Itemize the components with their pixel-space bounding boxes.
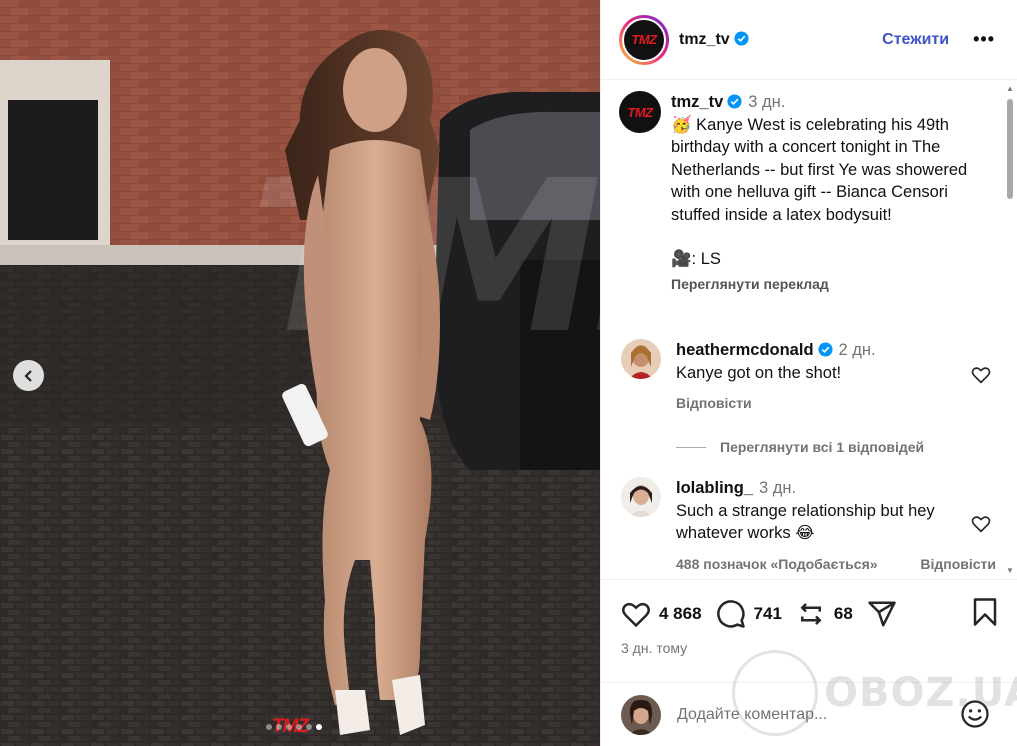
current-user-avatar <box>621 694 661 735</box>
tmz-logo: TMZ <box>631 32 657 47</box>
tmz-logo: TMZ <box>627 104 653 120</box>
author-avatar[interactable]: TMZ <box>619 14 669 65</box>
see-translation-link[interactable]: Переглянути переклад <box>671 273 979 296</box>
comment-time[interactable]: 2 дн. <box>839 341 876 359</box>
scroll-down-arrow-icon[interactable]: ▼ <box>1006 567 1014 575</box>
caption-time[interactable]: 3 дн. <box>748 93 785 111</box>
comments-scrollbar[interactable]: ▲ ▼ <box>1006 85 1014 575</box>
paper-plane-icon <box>868 601 896 627</box>
reposts-count: 68 <box>833 604 853 623</box>
like-comment-heart-icon[interactable] <box>971 366 991 384</box>
comment-text: Such a strange relationship but hey what… <box>676 501 935 543</box>
carousel-dot <box>276 724 282 730</box>
commenter-avatar[interactable] <box>621 339 661 379</box>
carousel-dot <box>266 724 272 730</box>
bookmark-icon <box>973 597 997 626</box>
post-photo: TMZ <box>0 0 600 746</box>
comment-item: heathermcdonald 2 дн. Kanye got on the sh… <box>621 339 991 415</box>
repost-icon <box>800 603 822 625</box>
save-button[interactable] <box>972 597 998 632</box>
likes-count: 4 868 <box>659 604 702 623</box>
caption-credit: 🎥: LS <box>671 250 721 268</box>
heart-icon <box>622 602 650 627</box>
laughing-emoji: 😂 <box>795 524 815 542</box>
reply-button[interactable]: Відповісти <box>676 395 752 411</box>
previous-photo-button[interactable] <box>13 360 44 391</box>
like-comment-heart-icon[interactable] <box>971 515 991 533</box>
site-watermark: OBOZ.UA <box>732 650 1017 736</box>
video-camera-emoji: 🎥 <box>671 250 692 268</box>
comment-item: lolabling_ 3 дн. Such a strange relations… <box>621 477 996 576</box>
comment-likes-count[interactable]: 488 позначок «Подобається» <box>676 553 878 576</box>
scroll-up-arrow-icon[interactable]: ▲ <box>1006 85 1014 93</box>
carousel-dot <box>306 724 312 730</box>
more-options-button[interactable]: ••• <box>973 29 995 50</box>
comments-list[interactable]: TMZ tmz_tv 3 дн. 🥳 Kanye West is celebrat… <box>601 81 1017 579</box>
follow-button[interactable]: Стежити <box>882 31 949 49</box>
caption-text: 🥳 Kanye West is celebrating his 49th bir… <box>671 115 968 224</box>
carousel-dot <box>296 724 302 730</box>
carousel-dot-active <box>316 724 322 730</box>
post-sidebar: TMZ tmz_tv Стежити ••• TMZ tmz_tv 3 дн. 🥳… <box>600 0 1017 746</box>
verified-badge-icon <box>727 94 742 109</box>
caption-username[interactable]: tmz_tv <box>671 93 723 111</box>
comment-bubble-icon <box>716 600 745 628</box>
post-media: TMZ TMZ <box>0 0 600 746</box>
caption-avatar[interactable]: TMZ <box>619 91 661 133</box>
party-face-emoji: 🥳 <box>671 115 692 134</box>
verified-badge-icon <box>734 30 749 46</box>
share-button[interactable] <box>867 599 897 629</box>
comment-text: Kanye got on the shot! <box>676 363 842 382</box>
comments-count: 741 <box>753 604 782 623</box>
post-caption: TMZ tmz_tv 3 дн. 🥳 Kanye West is celebrat… <box>619 91 979 295</box>
author-username[interactable]: tmz_tv <box>679 31 749 49</box>
carousel-dot <box>286 724 292 730</box>
commenter-username[interactable]: lolabling_ <box>676 479 753 497</box>
verified-badge-icon <box>818 342 833 357</box>
chevron-left-icon <box>23 369 32 382</box>
reply-button[interactable]: Відповісти <box>920 553 996 576</box>
comment-time[interactable]: 3 дн. <box>759 479 796 497</box>
comment-button[interactable]: 741 <box>716 599 782 629</box>
scrollbar-thumb[interactable] <box>1007 99 1013 199</box>
commenter-username[interactable]: heathermcdonald <box>676 341 814 359</box>
post-header: TMZ tmz_tv Стежити ••• <box>601 0 1017 80</box>
carousel-dots <box>266 724 322 730</box>
view-replies-link[interactable]: Переглянути всі 1 відповідей <box>676 439 924 455</box>
commenter-avatar[interactable] <box>621 477 661 517</box>
post-timestamp[interactable]: 3 дн. тому <box>621 640 687 656</box>
globe-logo-icon <box>732 650 818 736</box>
repost-button[interactable]: 68 <box>796 599 853 629</box>
like-button[interactable]: 4 868 <box>621 601 702 628</box>
